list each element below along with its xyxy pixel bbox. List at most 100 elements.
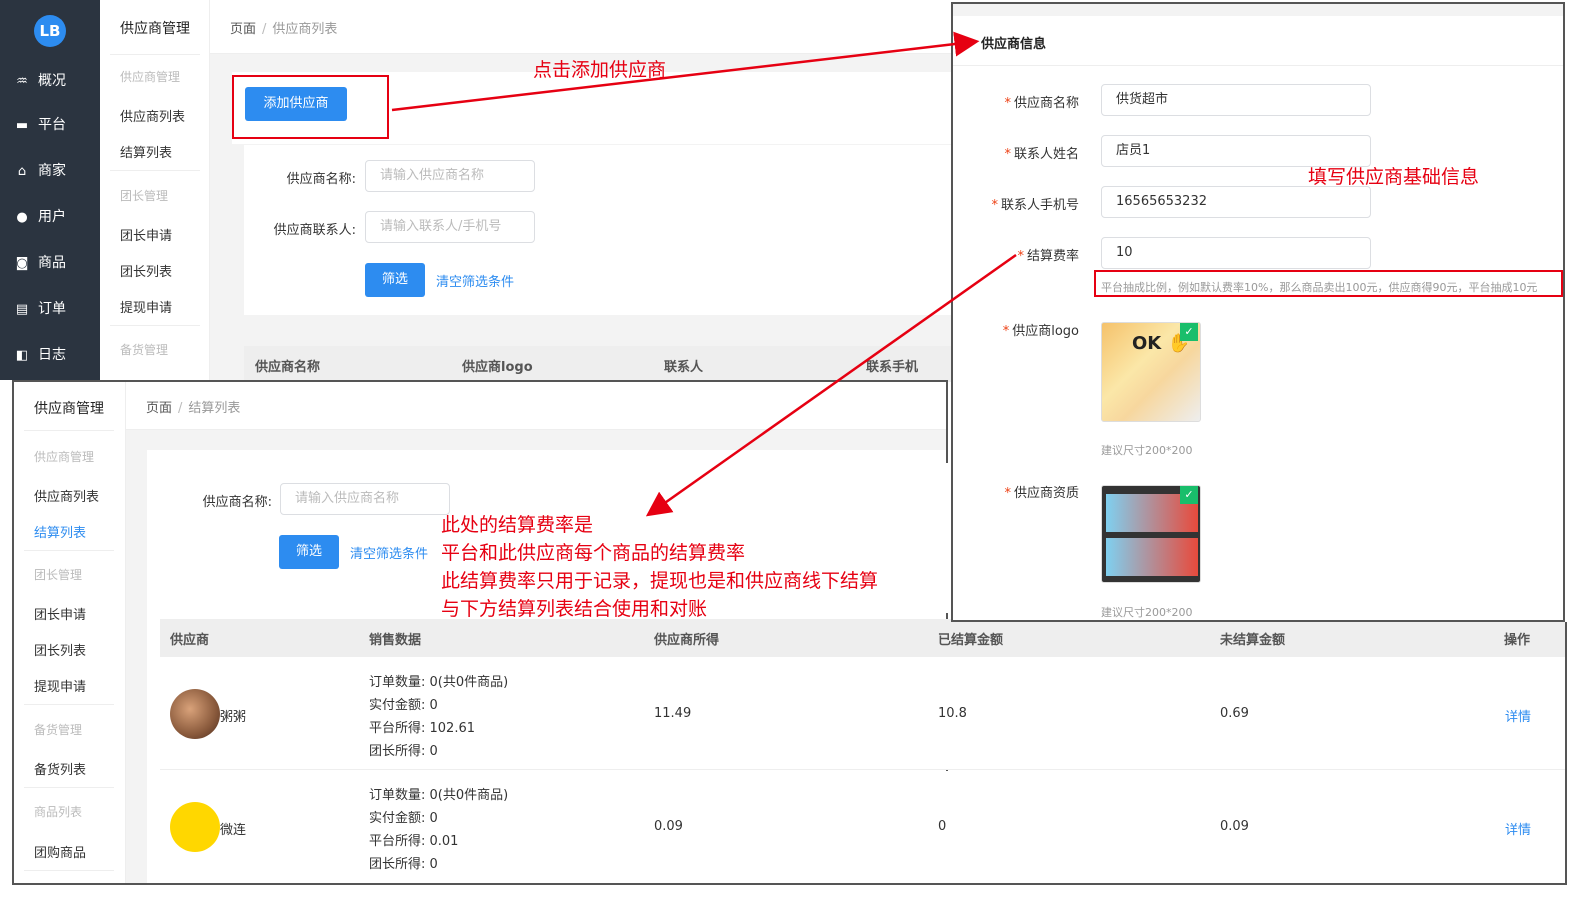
form-top-gap (953, 4, 1563, 16)
menu-item-leader-apply[interactable]: 团长申请 (34, 604, 86, 623)
menu-item-group-goods[interactable]: 团购商品 (34, 842, 86, 861)
menu-item-withdraw-apply[interactable]: 提现申请 (34, 676, 86, 695)
sales-leader-income: 团长所得: 0 (369, 744, 438, 759)
nav-item-goods[interactable]: ◙ 商品 (14, 252, 66, 274)
name-label: * 供应商名称 (1004, 96, 1079, 111)
menu-group-supplier: 供应商管理 (34, 450, 95, 464)
menu-item-settlement-list[interactable]: 结算列表 (34, 522, 86, 541)
log-icon: ◧ (15, 348, 29, 363)
submenu-title: 供应商管理 (120, 21, 190, 37)
add-button-highlight (232, 75, 389, 139)
col-supplier-logo: 供应商logo (462, 360, 533, 375)
col-contact: 联系人 (664, 360, 704, 375)
detail-link[interactable]: 详情 (1505, 706, 1531, 725)
annotation-fill-info: 填写供应商基础信息 (1308, 166, 1480, 188)
settlement-name-input[interactable]: 请输入供应商名称 (280, 483, 450, 515)
supplier-income: 0.09 (654, 819, 683, 834)
main-nav: LB ♒ 概况 ▬ 平台 ⌂ 商家 ● 用户 ◙ 商品 ▤ 订单 ◧ 日志 (0, 0, 100, 380)
menu-group-leader: 团长管理 (34, 568, 83, 582)
breadcrumb-bar: 页面 / 结算列表 (126, 382, 946, 430)
menu-item-leader-list[interactable]: 团长列表 (120, 261, 172, 280)
nav-item-merchant[interactable]: ⌂ 商家 (14, 160, 66, 182)
sales-order-count: 订单数量: 0(共0件商品) (369, 675, 509, 690)
divider (24, 704, 114, 705)
menu-item-stock-list[interactable]: 备货列表 (34, 759, 86, 778)
settlement-filter-button[interactable]: 筛选 (279, 535, 339, 569)
col-supplier: 供应商 (170, 633, 210, 648)
cert-hint: 建议尺寸200*200 (1101, 606, 1193, 619)
supplier-contact-label: 供应商联系人: (273, 223, 356, 238)
form-title: 供应商信息 (981, 37, 1047, 52)
submenu-title: 供应商管理 (34, 401, 104, 417)
nav-item-overview[interactable]: ♒ 概况 (14, 70, 66, 92)
sales-paid-amount: 实付金额: 0 (369, 698, 438, 713)
annotation-note-line-1: 此处的结算费率是 (441, 514, 594, 536)
supplier-logo-image[interactable]: OK ✋ ✓ (1101, 322, 1201, 422)
breadcrumb-home[interactable]: 页面 (230, 22, 256, 37)
annotation-click-add: 点击添加供应商 (533, 59, 667, 81)
settled-amount: 10.8 (938, 706, 967, 721)
menu-group-stock: 备货管理 (120, 343, 169, 357)
col-action: 操作 (1504, 633, 1531, 648)
breadcrumb-home[interactable]: 页面 (146, 401, 172, 416)
detail-link[interactable]: 详情 (1505, 819, 1531, 838)
user-icon: ● (16, 210, 28, 225)
sales-leader-income: 团长所得: 0 (369, 857, 438, 872)
filter-card: 供应商名称: 请输入供应商名称 供应商联系人: 请输入联系人/手机号 筛选 清空… (244, 145, 955, 315)
supplier-cert-image[interactable]: ✓ (1101, 485, 1201, 583)
menu-item-settlement-list[interactable]: 结算列表 (120, 142, 172, 161)
contact-label: * 联系人姓名 (1004, 147, 1079, 162)
filter-button[interactable]: 筛选 (365, 263, 425, 297)
logo-hint: 建议尺寸200*200 (1101, 444, 1193, 457)
goods-icon: ◙ (15, 256, 29, 271)
unsettled-amount: 0.09 (1220, 819, 1249, 834)
divider (24, 430, 114, 431)
unsettled-amount: 0.69 (1220, 706, 1249, 721)
top-submenu: 供应商管理 供应商管理 供应商列表 结算列表 团长管理 团长申请 团长列表 提现… (100, 0, 210, 380)
col-sales-data: 销售数据 (369, 633, 422, 648)
settlement-rate-field[interactable]: 10 (1101, 237, 1371, 269)
nav-item-order[interactable]: ▤ 订单 (14, 298, 66, 320)
annotation-note-line-4: 与下方结算列表结合使用和对账 (441, 598, 708, 620)
supplier-table-header: 供应商名称 供应商logo 联系人 联系手机 (244, 346, 955, 382)
cert-banner-2 (1106, 538, 1198, 576)
settlement-table-header: 供应商 销售数据 供应商所得 已结算金额 未结算金额 操作 (160, 619, 1565, 657)
menu-group-goods: 商品列表 (34, 805, 83, 819)
contact-phone-field[interactable]: 16565653232 (1101, 186, 1371, 218)
dashboard-icon: ♒ (16, 74, 28, 89)
settlement-clear-link[interactable]: 清空筛选条件 (350, 543, 428, 562)
supplier-form-window: 供应商信息 * 供应商名称 供货超市 * 联系人姓名 店员1 * 联系人手机号 165… (951, 2, 1565, 622)
divider (110, 54, 200, 55)
supplier-name-input[interactable]: 请输入供应商名称 (365, 160, 535, 192)
phone-label: * 联系人手机号 (991, 198, 1079, 213)
divider (110, 325, 200, 326)
supplier-name-field[interactable]: 供货超市 (1101, 84, 1371, 116)
breadcrumb: 页面 / 供应商列表 (230, 22, 338, 37)
annotation-note-line-3: 此结算费率只用于记录，提现也是和供应商线下结算 (441, 570, 879, 592)
menu-item-supplier-list[interactable]: 供应商列表 (34, 486, 99, 505)
nav-item-user[interactable]: ● 用户 (14, 206, 66, 228)
nav-item-log[interactable]: ◧ 日志 (14, 344, 66, 366)
supplier-contact-input[interactable]: 请输入联系人/手机号 (365, 211, 535, 243)
settlement-name-label: 供应商名称: (202, 495, 272, 510)
menu-item-leader-list[interactable]: 团长列表 (34, 640, 86, 659)
settled-amount: 0 (938, 819, 947, 834)
menu-item-supplier-list[interactable]: 供应商列表 (120, 106, 185, 125)
menu-item-leader-apply[interactable]: 团长申请 (120, 225, 172, 244)
clear-filter-link[interactable]: 清空筛选条件 (436, 271, 514, 290)
nav-item-platform[interactable]: ▬ 平台 (14, 114, 66, 136)
sales-order-count: 订单数量: 0(共0件商品) (369, 788, 509, 803)
check-icon: ✓ (1180, 486, 1198, 504)
order-icon: ▤ (15, 302, 29, 317)
sales-paid-amount: 实付金额: 0 (369, 811, 438, 826)
divider (24, 787, 114, 788)
menu-group-stock: 备货管理 (34, 723, 83, 737)
app-logo[interactable]: LB (34, 15, 66, 47)
sales-platform-income: 平台所得: 0.01 (369, 834, 459, 849)
col-contact-phone: 联系手机 (866, 360, 919, 375)
menu-item-withdraw-apply[interactable]: 提现申请 (120, 297, 172, 316)
col-settled: 已结算金额 (938, 633, 1004, 648)
breadcrumb-current: 供应商列表 (272, 22, 338, 37)
cert-label: * 供应商资质 (1004, 486, 1079, 501)
breadcrumb: 页面 / 结算列表 (146, 401, 241, 416)
